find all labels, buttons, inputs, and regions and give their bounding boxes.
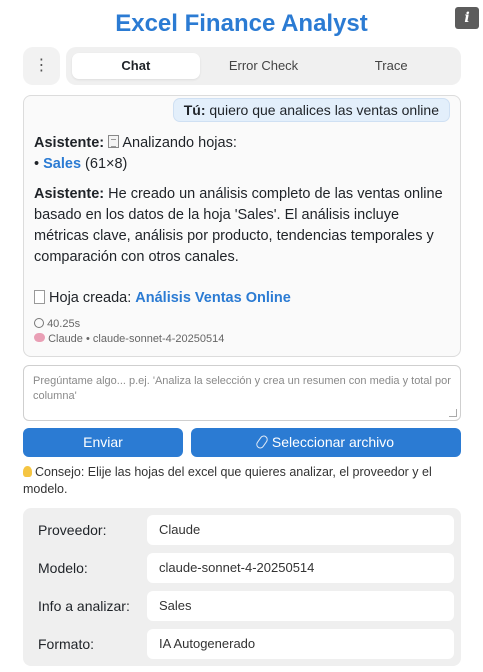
model-label: Modelo:	[38, 560, 88, 576]
model-info-text: Claude • claude-sonnet-4-20250514	[48, 333, 225, 345]
app-title: Excel Finance Analyst	[115, 10, 368, 37]
assistant-message-result: Asistente: He creado un análisis complet…	[34, 184, 450, 268]
model-info: Claude • claude-sonnet-4-20250514	[34, 333, 224, 345]
assistant-speaker: Asistente:	[34, 135, 105, 151]
tip-text: Consejo: Elije las hojas del excel que q…	[23, 464, 463, 498]
paperclip-icon	[254, 433, 270, 451]
created-sheet-link[interactable]: Análisis Ventas Online	[135, 290, 291, 306]
provider-row: Proveedor: Claude	[23, 515, 461, 545]
prompt-placeholder: Pregúntame algo... p.ej. 'Analiza la sel…	[33, 375, 451, 402]
brain-icon	[34, 333, 45, 342]
format-row: Formato: IA Autogenerado	[23, 629, 461, 659]
elapsed-time: 40.25s	[34, 318, 80, 330]
send-button[interactable]: Enviar	[23, 428, 183, 457]
info-button[interactable]: i	[455, 7, 479, 29]
tab-trace[interactable]: Trace	[327, 53, 455, 79]
document-icon	[34, 290, 45, 304]
format-label: Formato:	[38, 636, 95, 652]
info-label: Info a analizar:	[38, 598, 130, 614]
select-file-label: Seleccionar archivo	[271, 434, 395, 450]
assistant-message-status: Asistente: Analizando hojas:	[34, 133, 237, 154]
model-row: Modelo: claude-sonnet-4-20250514	[23, 553, 461, 583]
provider-field[interactable]: Claude	[147, 515, 454, 545]
sheet-list-item: • Sales (61×8)	[34, 154, 127, 175]
tab-chat[interactable]: Chat	[72, 53, 200, 79]
spreadsheet-icon	[108, 135, 120, 148]
info-row: Info a analizar: Sales	[23, 591, 461, 621]
bullet: •	[34, 156, 40, 172]
user-message-text: quiero que analices las ventas online	[209, 102, 439, 118]
resize-grip-icon[interactable]	[449, 409, 457, 417]
assistant-speaker: Asistente:	[34, 186, 105, 202]
settings-form: Proveedor: Claude Modelo: claude-sonnet-…	[23, 508, 461, 666]
format-field[interactable]: IA Autogenerado	[147, 629, 454, 659]
tab-bar: Chat Error Check Trace	[66, 47, 461, 85]
select-file-button[interactable]: Seleccionar archivo	[191, 428, 461, 457]
tab-error-check[interactable]: Error Check	[200, 53, 328, 79]
created-sheet-label: Hoja creada:	[49, 290, 132, 306]
info-field[interactable]: Sales	[147, 591, 454, 621]
prompt-input[interactable]: Pregúntame algo... p.ej. 'Analiza la sel…	[23, 365, 461, 421]
lightbulb-icon	[23, 466, 32, 477]
assistant-status-text: Analizando hojas:	[122, 135, 237, 151]
sheet-link-sales[interactable]: Sales	[43, 156, 81, 172]
user-message: Tú: quiero que analices las ventas onlin…	[172, 98, 450, 122]
sheet-dims: (61×8)	[85, 156, 128, 172]
elapsed-text: 40.25s	[47, 318, 81, 330]
created-sheet-line: Hoja creada: Análisis Ventas Online	[34, 288, 291, 309]
tip-content: Consejo: Elije las hojas del excel que q…	[23, 465, 432, 496]
stopwatch-icon	[34, 318, 44, 328]
provider-label: Proveedor:	[38, 522, 107, 538]
user-speaker: Tú:	[183, 102, 206, 118]
menu-button[interactable]: ⋮	[23, 47, 60, 85]
chat-panel[interactable]: Tú: quiero que analices las ventas onlin…	[23, 95, 461, 357]
model-field[interactable]: claude-sonnet-4-20250514	[147, 553, 454, 583]
